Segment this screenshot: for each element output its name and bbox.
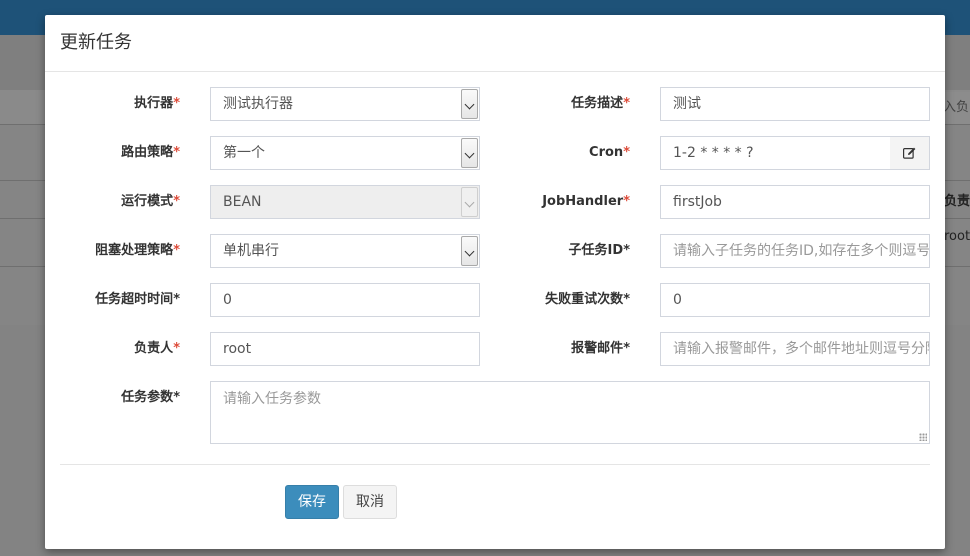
- cron-label: Cron*: [495, 143, 630, 163]
- route-label: 路由策略*: [45, 143, 180, 163]
- executor-label-text: 执行器: [134, 96, 174, 111]
- column-header-author: 负责: [944, 194, 970, 209]
- required-mark: *: [623, 96, 630, 111]
- author-label: 负责人*: [45, 339, 180, 359]
- child-job-label: 子任务ID*: [495, 241, 630, 261]
- modal-title: 更新任务: [60, 32, 132, 53]
- alarm-label-text: 报警邮件: [571, 341, 624, 356]
- glue-type-label: 运行模式*: [45, 192, 180, 212]
- alarm-email-label: 报警邮件*: [495, 339, 630, 359]
- desc-label: 任务描述*: [495, 94, 630, 114]
- required-mark: *: [623, 145, 630, 160]
- param-label: 任务参数*: [45, 388, 180, 408]
- block-value: 单机串行: [223, 243, 279, 259]
- modal-header: 更新任务: [45, 15, 945, 72]
- block-label-text: 阻塞处理策略: [95, 243, 174, 258]
- form-divider: [60, 464, 930, 465]
- required-mark: *: [623, 341, 630, 356]
- required-mark: *: [173, 292, 180, 307]
- route-value: 第一个: [223, 145, 265, 161]
- param-placeholder: 请输入任务参数: [223, 391, 321, 407]
- resize-grip-icon[interactable]: [919, 433, 927, 441]
- desc-label-text: 任务描述: [571, 96, 624, 111]
- param-label-text: 任务参数: [121, 390, 174, 405]
- update-task-modal: 更新任务 执行器* 测试执行器 路由策略* 第一个 运行模式* BEAN 阻塞处…: [45, 15, 945, 549]
- glue-type-label-text: 运行模式: [121, 194, 174, 209]
- block-strategy-select[interactable]: 单机串行: [210, 234, 480, 268]
- handler-input[interactable]: firstJob: [660, 185, 930, 219]
- table-cell-author: root: [944, 229, 970, 244]
- required-mark: *: [173, 145, 180, 160]
- timeout-label: 任务超时时间*: [45, 290, 180, 310]
- executor-value: 测试执行器: [223, 96, 293, 112]
- required-mark: *: [623, 243, 630, 258]
- retry-label-text: 失败重试次数: [545, 292, 624, 307]
- cancel-button[interactable]: 取消: [343, 485, 397, 519]
- author-label-text: 负责人: [134, 341, 174, 356]
- required-mark: *: [173, 194, 180, 209]
- param-textarea[interactable]: 请输入任务参数: [210, 381, 930, 444]
- desc-input[interactable]: 测试: [660, 87, 930, 121]
- save-button[interactable]: 保存: [285, 485, 339, 519]
- chevron-down-icon: [461, 236, 478, 266]
- required-mark: *: [173, 390, 180, 405]
- required-mark: *: [173, 243, 180, 258]
- chevron-down-icon: [461, 187, 478, 217]
- cron-label-text: Cron: [589, 145, 624, 160]
- alarm-email-input[interactable]: 请输入报警邮件，多个邮件地址则逗号分隔: [660, 332, 930, 366]
- handler-label-text: JobHandler: [542, 194, 624, 209]
- retry-input[interactable]: 0: [660, 283, 930, 317]
- timeout-input[interactable]: 0: [210, 283, 480, 317]
- cron-input[interactable]: 1-2 * * * * ?: [660, 136, 891, 170]
- child-job-input[interactable]: 请输入子任务的任务ID,如存在多个则逗号分隔: [660, 234, 930, 268]
- executor-select[interactable]: 测试执行器: [210, 87, 480, 121]
- required-mark: *: [623, 292, 630, 307]
- route-label-text: 路由策略: [121, 145, 174, 160]
- edit-icon: [903, 147, 916, 159]
- required-mark: *: [623, 194, 630, 209]
- child-label-text: 子任务ID: [568, 243, 624, 258]
- cron-edit-button[interactable]: [890, 136, 930, 170]
- route-select[interactable]: 第一个: [210, 136, 480, 170]
- executor-label: 执行器*: [45, 94, 180, 114]
- required-mark: *: [173, 341, 180, 356]
- glue-type-select: BEAN: [210, 185, 480, 219]
- required-mark: *: [173, 96, 180, 111]
- timeout-label-text: 任务超时时间: [95, 292, 174, 307]
- author-input[interactable]: root: [210, 332, 480, 366]
- chevron-down-icon: [461, 89, 478, 119]
- glue-type-value: BEAN: [223, 194, 262, 210]
- block-strategy-label: 阻塞处理策略*: [45, 241, 180, 261]
- handler-label: JobHandler*: [495, 192, 630, 212]
- retry-label: 失败重试次数*: [495, 290, 630, 310]
- chevron-down-icon: [461, 138, 478, 168]
